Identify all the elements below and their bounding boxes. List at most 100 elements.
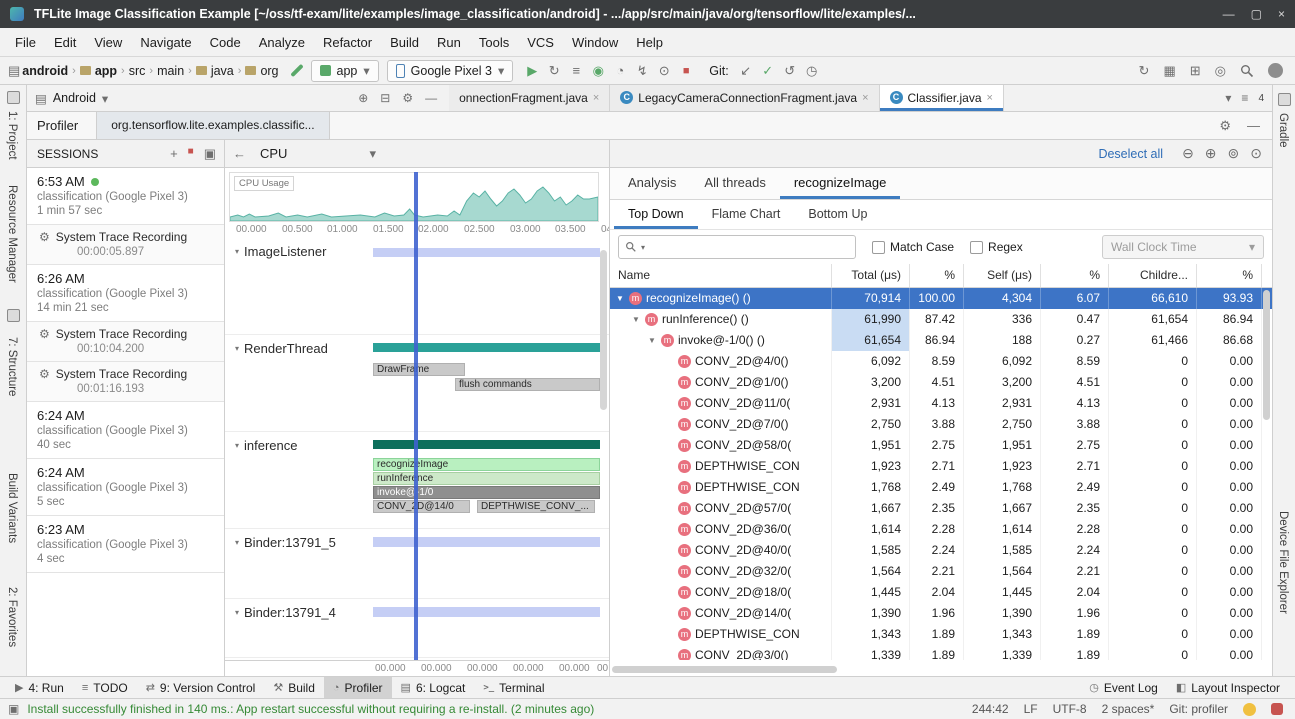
search-icon[interactable] bbox=[1240, 64, 1254, 78]
tool-button-todo[interactable]: ≡TODO bbox=[73, 677, 137, 699]
search-box[interactable]: ▾ bbox=[618, 235, 856, 259]
editor-tab[interactable]: onnectionFragment.java × bbox=[449, 85, 610, 111]
sdk-manager-icon[interactable]: ⊞ bbox=[1190, 63, 1201, 79]
table-row[interactable]: mDEPTHWISE_CON 1,923 2.71 1,923 2.71 0 0… bbox=[610, 456, 1272, 477]
session-item[interactable]: 6:26 AM classification (Google Pixel 3) … bbox=[27, 265, 224, 322]
breadcrumb-android[interactable]: android bbox=[22, 64, 68, 78]
collapse-sessions-icon[interactable]: ▣ bbox=[204, 146, 216, 162]
breadcrumb-main[interactable]: main bbox=[157, 64, 184, 78]
match-case-checkbox[interactable]: Match Case bbox=[872, 240, 954, 254]
gradle-stripe-icon[interactable] bbox=[1278, 93, 1291, 106]
git-rollback-button[interactable]: ↺ bbox=[779, 60, 801, 82]
zoom-in-icon[interactable]: ⊕ bbox=[1205, 145, 1217, 162]
editor-tab-selected[interactable]: C Classifier.java × bbox=[880, 85, 1004, 111]
notifications-icon[interactable]: ◎ bbox=[1215, 63, 1226, 79]
tool-button-layout-inspector[interactable]: ◧Layout Inspector bbox=[1167, 677, 1289, 699]
tool-button-terminal[interactable]: >_Terminal bbox=[474, 677, 553, 699]
table-vertical-scrollbar[interactable] bbox=[1263, 290, 1270, 420]
tool-button-version-control[interactable]: ⇄9: Version Control bbox=[137, 677, 265, 699]
expand-arrow-icon[interactable]: ▼ bbox=[616, 288, 629, 309]
profiler-settings-icon[interactable]: ⚙ bbox=[1219, 118, 1231, 134]
search-options-icon[interactable]: ▾ bbox=[641, 243, 645, 252]
expand-arrow-icon[interactable]: ▼ bbox=[632, 309, 645, 330]
table-row[interactable]: mCONV_2D@36/0( 1,614 2.28 1,614 2.28 0 0… bbox=[610, 519, 1272, 540]
trace-event-chip[interactable]: invoke@-1/0 bbox=[373, 486, 600, 499]
col-children-pct[interactable]: % bbox=[1197, 264, 1262, 287]
regex-checkbox[interactable]: Regex bbox=[970, 240, 1023, 254]
zoom-to-selection-icon[interactable]: ⊙ bbox=[1250, 145, 1262, 162]
breadcrumb-app[interactable]: app bbox=[80, 64, 117, 78]
close-tab-icon[interactable]: × bbox=[593, 92, 599, 104]
table-row[interactable]: mCONV_2D@14/0( 1,390 1.96 1,390 1.96 0 0… bbox=[610, 603, 1272, 624]
user-avatar-icon[interactable] bbox=[1268, 63, 1283, 78]
breadcrumb-java[interactable]: java bbox=[196, 64, 234, 78]
trace-event-chip[interactable]: runInference bbox=[373, 472, 600, 485]
close-button[interactable]: × bbox=[1278, 7, 1285, 21]
tab-analysis[interactable]: Analysis bbox=[614, 168, 690, 199]
locate-file-icon[interactable]: ⊕ bbox=[358, 91, 368, 105]
col-total-pct[interactable]: % bbox=[910, 264, 964, 287]
col-total[interactable]: Total (μs) bbox=[832, 264, 910, 287]
table-row[interactable]: ▼mrecognizeImage() () 70,914 100.00 4,30… bbox=[610, 288, 1272, 309]
build-menu-button[interactable]: ≡ bbox=[565, 60, 587, 82]
zoom-out-icon[interactable]: ⊖ bbox=[1182, 145, 1194, 162]
gradle-sync-icon[interactable]: ↻ bbox=[1139, 63, 1150, 79]
profiler-kind-select[interactable]: CPU ▾ bbox=[260, 146, 376, 162]
project-stripe-icon[interactable] bbox=[7, 91, 20, 104]
git-commit-button[interactable]: ✓ bbox=[757, 60, 779, 82]
menu-navigate[interactable]: Navigate bbox=[131, 35, 200, 50]
table-row[interactable]: mCONV_2D@7/0() 2,750 3.88 2,750 3.88 0 0… bbox=[610, 414, 1272, 435]
indent-setting[interactable]: 2 spaces* bbox=[1102, 702, 1155, 716]
menu-view[interactable]: View bbox=[85, 35, 131, 50]
collapse-thread-icon[interactable]: ▾ bbox=[235, 344, 239, 353]
tool-button-run[interactable]: ▶4: Run bbox=[6, 677, 73, 699]
table-row[interactable]: ▼mrunInference() () 61,990 87.42 336 0.4… bbox=[610, 309, 1272, 330]
trace-event-chip[interactable]: recognizeImage bbox=[373, 458, 600, 471]
layers-stripe-icon[interactable] bbox=[7, 309, 20, 322]
reset-zoom-icon[interactable]: ⊚ bbox=[1228, 145, 1240, 162]
run-button[interactable]: ▶ bbox=[521, 60, 543, 82]
tab-all-threads[interactable]: All threads bbox=[690, 168, 779, 199]
hide-profiler-icon[interactable]: — bbox=[1247, 118, 1260, 134]
table-row[interactable]: mCONV_2D@32/0( 1,564 2.21 1,564 2.21 0 0… bbox=[610, 561, 1272, 582]
debug-button[interactable]: ◉ bbox=[587, 60, 609, 82]
col-self[interactable]: Self (μs) bbox=[964, 264, 1041, 287]
tab-options-icon[interactable]: ▾ bbox=[1225, 91, 1231, 105]
collapse-all-icon[interactable]: ⊟ bbox=[380, 91, 390, 105]
minimize-button[interactable]: — bbox=[1223, 7, 1235, 21]
tab-top-down[interactable]: Top Down bbox=[614, 200, 698, 229]
encoding[interactable]: UTF-8 bbox=[1053, 702, 1087, 716]
tab-recognizeimage[interactable]: recognizeImage bbox=[780, 168, 901, 199]
line-ending[interactable]: LF bbox=[1024, 702, 1038, 716]
stop-button[interactable]: ■ bbox=[675, 60, 697, 82]
menu-tools[interactable]: Tools bbox=[470, 35, 518, 50]
feedback-smiley-icon[interactable] bbox=[1243, 703, 1256, 716]
menu-file[interactable]: File bbox=[6, 35, 45, 50]
session-item[interactable]: 6:24 AM classification (Google Pixel 3) … bbox=[27, 459, 224, 516]
new-session-button[interactable]: + bbox=[170, 146, 178, 162]
tool-button-event-log[interactable]: ◷Event Log bbox=[1080, 677, 1167, 699]
table-row[interactable]: mCONV_2D@40/0( 1,585 2.24 1,585 2.24 0 0… bbox=[610, 540, 1272, 561]
expand-arrow-icon[interactable]: ▼ bbox=[648, 330, 661, 351]
tool-button-profiler[interactable]: ◔Profiler bbox=[324, 677, 392, 699]
menu-refactor[interactable]: Refactor bbox=[314, 35, 381, 50]
status-message[interactable]: Install successfully finished in 140 ms.… bbox=[27, 702, 594, 716]
tool-button-project[interactable]: 1: Project bbox=[6, 111, 18, 160]
profile-button[interactable]: ◔ bbox=[609, 60, 631, 82]
project-icon[interactable]: ▤ bbox=[8, 63, 20, 79]
attach-debugger-button[interactable]: ⊙ bbox=[653, 60, 675, 82]
selection-marker[interactable] bbox=[414, 172, 418, 660]
session-item[interactable]: 6:23 AM classification (Google Pixel 3) … bbox=[27, 516, 224, 573]
tab-bottom-up[interactable]: Bottom Up bbox=[794, 200, 881, 229]
device-select[interactable]: Google Pixel 3▾ bbox=[387, 60, 514, 82]
trace-event-chip[interactable]: DEPTHWISE_CONV_... bbox=[477, 500, 595, 513]
table-row[interactable]: mCONV_2D@58/0( 1,951 2.75 1,951 2.75 0 0… bbox=[610, 435, 1272, 456]
col-name[interactable]: Name bbox=[610, 264, 832, 287]
deselect-all-link[interactable]: Deselect all bbox=[1098, 147, 1163, 161]
trace-event-chip[interactable]: CONV_2D@14/0 bbox=[373, 500, 470, 513]
hidden-tabs-icon[interactable]: ≡ bbox=[1241, 91, 1248, 105]
project-view-selector[interactable]: ▤ Android ▾ bbox=[27, 91, 108, 106]
profiler-session-tab[interactable]: org.tensorflow.lite.examples.classific..… bbox=[96, 112, 329, 139]
collapse-thread-icon[interactable]: ▾ bbox=[235, 538, 239, 547]
menu-analyze[interactable]: Analyze bbox=[250, 35, 314, 50]
